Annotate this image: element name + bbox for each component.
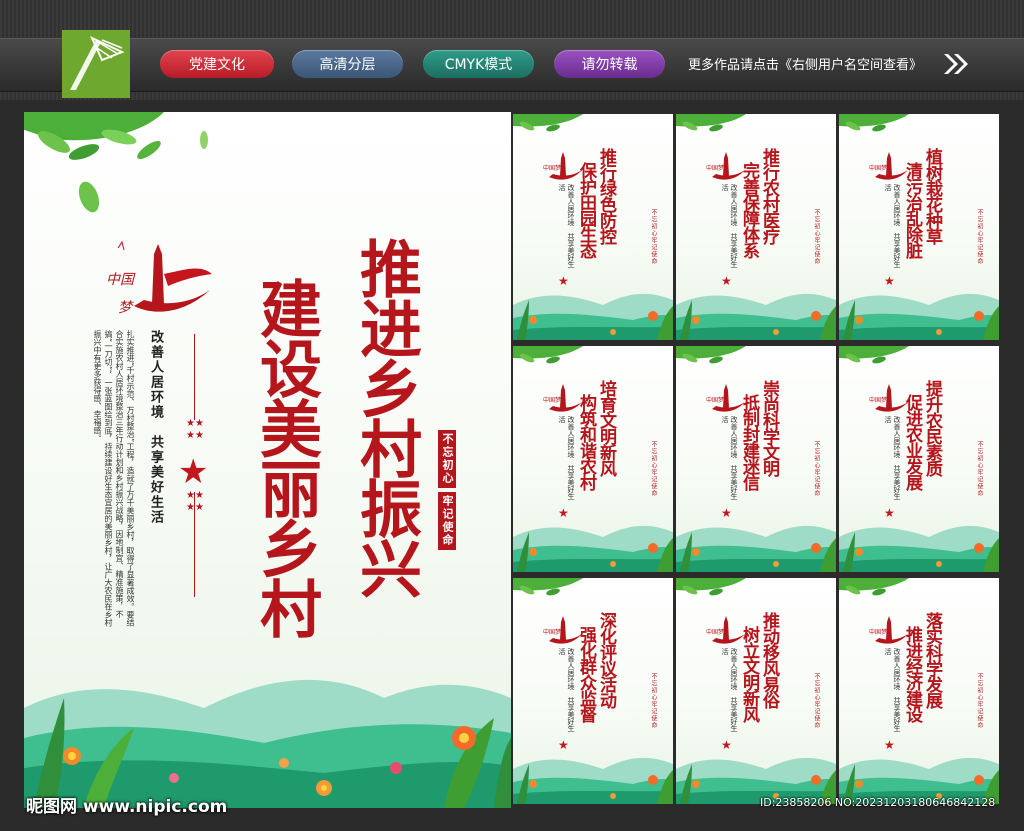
small-title-line2: 促进农业发展 [902,394,922,490]
landscape-decoration [676,525,836,572]
small-motto: 改善人居环境 共享美好生活 [558,416,575,500]
site-logo[interactable] [62,30,130,98]
leaf-decoration-icon [839,114,909,132]
leaf-decoration-icon [839,578,909,596]
leaf-decoration-icon [24,112,208,213]
small-title-line1: 提升农民素质 [922,380,942,476]
small-poster: 中国梦 推动移风易俗 树立文明新风 改善人居环境 共享美好生活 不忘初心牢记使命 ★ [676,578,836,804]
divider-line [194,334,195,420]
leaf-decoration-icon [839,346,909,364]
svg-text:中国梦: 中国梦 [543,628,561,636]
motto-seals: 不忘初心 牢记使命 [438,430,456,550]
small-poster: 中国梦 深化评议活动 强化群众监督 改善人居环境 共享美好生活 不忘初心牢记使命 ★ [513,578,673,804]
svg-text:中国梦: 中国梦 [543,164,561,172]
leaf-decoration-icon [676,114,746,132]
small-stars-icon: ★★ ★★ [186,418,204,441]
small-title-line2: 完善保障体系 [739,162,759,258]
small-title-line1: 推行农村医疗 [759,148,779,244]
small-poster: 中国梦 植树栽花种草 清污治乱除脏 改善人居环境 共享美好生活 不忘初心牢记使命 ★ [839,114,999,340]
svg-text:中国: 中国 [106,272,136,288]
small-seal: 不忘初心牢记使命 [976,209,983,265]
svg-text:中国梦: 中国梦 [706,628,724,636]
landscape-decoration [676,757,836,804]
tag-no-repost[interactable]: 请勿转载 [554,50,665,78]
small-title-line1: 培育文明新风 [596,380,616,476]
small-motto: 改善人居环境 共享美好生活 [558,648,575,732]
svg-text:中国梦: 中国梦 [543,396,561,404]
landscape-decoration [24,679,511,808]
small-seal: 不忘初心牢记使命 [813,209,820,265]
main-slogan: 改善人居环境 共享美好生活 [148,330,163,525]
small-title-line1: 植树栽花种草 [922,148,942,244]
svg-text:中国梦: 中国梦 [869,396,887,404]
small-seal: 不忘初心牢记使命 [813,673,820,729]
leaf-decoration-icon [513,578,583,596]
small-seal: 不忘初心牢记使命 [813,441,820,497]
small-seal: 不忘初心牢记使命 [650,209,657,265]
small-motto: 改善人居环境 共享美好生活 [721,416,738,500]
small-poster: 中国梦 培育文明新风 构筑和谐农村 改善人居环境 共享美好生活 不忘初心牢记使命 ★ [513,346,673,572]
tag-party-culture[interactable]: 党建文化 [160,50,274,78]
landscape-decoration [513,525,673,572]
small-title-line2: 抵制封建迷信 [739,394,759,490]
small-title-line1: 落实科学发展 [922,612,942,708]
tag-hd-layers[interactable]: 高清分层 [292,50,403,78]
more-works-link[interactable]: 更多作品请点击《右侧用户名空间查看》 [688,54,922,73]
small-title-line1: 崇尚科学文明 [759,380,779,476]
small-title-line1: 深化评议活动 [596,612,616,708]
watermark-site: 昵图网 www.nipic.com [26,797,228,817]
svg-text:中国梦: 中国梦 [706,396,724,404]
china-dream-logo: 中国 梦 [106,240,212,316]
landscape-decoration [839,293,999,340]
small-seal: 不忘初心牢记使命 [650,673,657,729]
red-star-icon: ★ [178,452,209,492]
landscape-decoration [513,293,673,340]
seal-1: 不忘初心 [438,430,456,488]
small-motto: 改善人居环境 共享美好生活 [721,184,738,268]
main-poster: 中国 梦 改善人居环境 共享美好生活 扎实推进“千村示范、万村整治”工程，造就了… [24,112,511,808]
small-title-line1: 推行绿色防控 [596,148,616,244]
main-title-line2: 建设美丽乡村 [249,277,322,637]
pen-nib-icon [70,35,125,90]
small-poster: 中国梦 崇尚科学文明 抵制封建迷信 改善人居环境 共享美好生活 不忘初心牢记使命 ★ [676,346,836,572]
small-poster: 中国梦 提升农民素质 促进农业发展 改善人居环境 共享美好生活 不忘初心牢记使命 ★ [839,346,999,572]
main-title-line1: 推进乡村振兴 [349,237,422,597]
landscape-decoration [839,757,999,804]
small-seal: 不忘初心牢记使命 [976,673,983,729]
svg-text:中国梦: 中国梦 [706,164,724,172]
small-motto: 改善人居环境 共享美好生活 [884,648,901,732]
small-motto: 改善人居环境 共享美好生活 [884,184,901,268]
tag-cmyk-mode[interactable]: CMYK模式 [423,50,534,78]
watermark-id: ID:23858206 NO:20231203180646842128 [760,796,996,809]
landscape-decoration [839,525,999,572]
seal-2: 牢记使命 [438,492,456,550]
small-motto: 改善人居环境 共享美好生活 [558,184,575,268]
double-chevron-right-icon[interactable] [942,52,970,76]
small-title-line2: 保护田园生态 [576,162,596,258]
small-stars-icon: ★★ ★★ [186,490,204,513]
small-title-line2: 强化群众监督 [576,626,596,722]
leaf-decoration-icon [513,346,583,364]
svg-text:中国梦: 中国梦 [869,164,887,172]
small-poster: 中国梦 推行农村医疗 完善保障体系 改善人居环境 共享美好生活 不忘初心牢记使命 ★ [676,114,836,340]
svg-text:梦: 梦 [118,300,134,316]
leaf-decoration-icon [676,578,746,596]
small-motto: 改善人居环境 共享美好生活 [884,416,901,500]
small-seal: 不忘初心牢记使命 [976,441,983,497]
small-title-line2: 树立文明新风 [739,626,759,722]
leaf-decoration-icon [676,346,746,364]
landscape-decoration [676,293,836,340]
svg-text:中国梦: 中国梦 [869,628,887,636]
landscape-decoration [513,757,673,804]
small-title-line2: 构筑和谐农村 [576,394,596,490]
small-poster: 中国梦 落实科学发展 推进经济建设 改善人居环境 共享美好生活 不忘初心牢记使命 ★ [839,578,999,804]
leaf-decoration-icon [513,114,583,132]
small-title-line1: 推动移风易俗 [759,612,779,708]
main-paragraph: 扎实推进“千村示范、万村整治”工程，造就了万千美丽乡村，取得了显著成效。要结合实… [93,330,135,627]
small-motto: 改善人居环境 共享美好生活 [721,648,738,732]
small-title-line2: 推进经济建设 [902,626,922,722]
small-poster: 中国梦 推行绿色防控 保护田园生态 改善人居环境 共享美好生活 不忘初心牢记使命 ★ [513,114,673,340]
small-title-line2: 清污治乱除脏 [902,162,922,258]
small-seal: 不忘初心牢记使命 [650,441,657,497]
